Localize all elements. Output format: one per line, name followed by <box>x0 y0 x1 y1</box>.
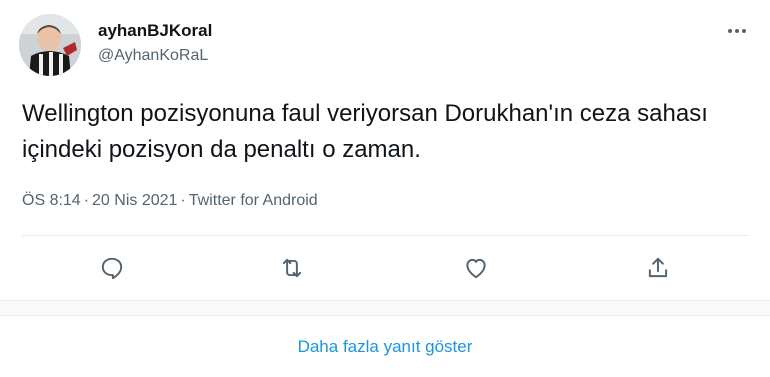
reply-icon <box>101 257 123 280</box>
separator: · <box>180 192 186 209</box>
section-gap <box>0 301 770 315</box>
author-handle[interactable]: @AyhanKoRaL <box>98 47 208 65</box>
share-button[interactable] <box>638 248 678 288</box>
tweet-text: Wellington pozisyonuna faul veriyorsan D… <box>22 100 708 163</box>
more-options-icon[interactable] <box>722 19 752 43</box>
reply-button[interactable] <box>92 248 132 288</box>
action-bar <box>0 248 770 288</box>
show-more-replies-link[interactable]: Daha fazla yanıt göster <box>0 316 770 377</box>
tweet-date[interactable]: 20 Nis 2021 <box>92 192 177 210</box>
separator: · <box>83 192 90 209</box>
avatar-image <box>19 14 81 76</box>
like-button[interactable] <box>456 248 496 288</box>
tweet-time[interactable]: ÖS 8:14 <box>22 192 81 210</box>
tweet-card: ayhanBJKoral @AyhanKoRaL Wellington pozi… <box>0 0 770 300</box>
dot <box>735 29 739 33</box>
divider <box>22 235 748 236</box>
retweet-icon <box>282 258 302 278</box>
author-avatar[interactable] <box>19 14 81 76</box>
tweet-source[interactable]: Twitter for Android <box>189 192 318 210</box>
retweet-button[interactable] <box>272 248 312 288</box>
dot <box>742 29 746 33</box>
author-display-name[interactable]: ayhanBJKoral <box>98 21 212 41</box>
tweet-metadata: ÖS 8:14 · 20 Nis 2021 · Twitter for Android <box>22 192 318 210</box>
like-icon <box>466 258 486 279</box>
share-icon <box>648 257 668 278</box>
dot <box>728 29 732 33</box>
